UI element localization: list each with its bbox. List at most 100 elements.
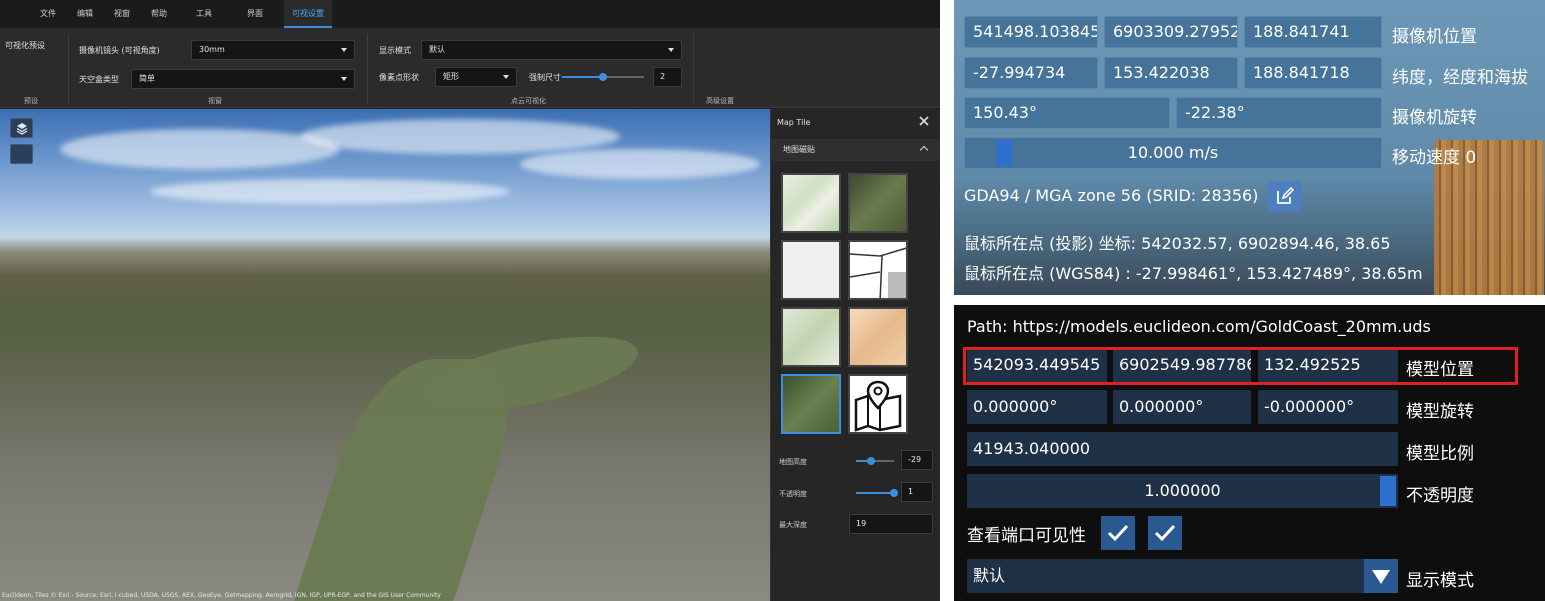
map-tile-section[interactable]: 地图磁贴	[771, 139, 940, 161]
camera-position-z[interactable]: 188.841741	[1244, 16, 1382, 48]
viewport-visibility-label: 查看端口可见性	[967, 526, 1086, 546]
cloud	[300, 119, 620, 154]
latlon-label: 纬度，经度和海拔	[1392, 68, 1528, 88]
advanced-group-label[interactable]: 高级设置	[706, 96, 734, 106]
cloud	[150, 179, 510, 204]
slider-thumb[interactable]	[890, 489, 898, 497]
srid-text: GDA94 / MGA zone 56 (SRID: 28356)	[964, 186, 1259, 205]
tile-light-gray[interactable]	[781, 240, 841, 300]
3d-viewport[interactable]: Euclideon, Tiles © Esri - Source: Esri, …	[0, 109, 770, 601]
slider-thumb[interactable]	[1380, 476, 1396, 506]
checkmark-icon	[1154, 524, 1176, 542]
chevron-down-icon	[503, 75, 509, 79]
blank-tool-button[interactable]	[10, 144, 33, 164]
model-opacity-label: 不透明度	[1406, 486, 1474, 506]
tile-terrain[interactable]	[848, 307, 908, 367]
pointcloud-group-label: 点云可视化	[511, 97, 546, 105]
slider-thumb[interactable]	[867, 457, 876, 465]
chevron-down-icon	[341, 77, 347, 81]
camera-position-x[interactable]: 541498.103845	[964, 16, 1098, 48]
visibility-checkbox-2[interactable]	[1148, 516, 1182, 550]
tile-satellite[interactable]	[848, 173, 908, 233]
tile-topo[interactable]	[781, 307, 841, 367]
layers-button[interactable]	[10, 118, 33, 138]
tab-visual-settings[interactable]: 可视设置	[284, 0, 332, 28]
point-size-input[interactable]: 2	[653, 67, 682, 87]
map-attribution: Euclideon, Tiles © Esri - Source: Esri, …	[2, 592, 441, 599]
model-scale-input[interactable]: 41943.040000	[967, 432, 1398, 466]
camera-position-y[interactable]: 6903309.27952	[1104, 16, 1238, 48]
camera-rotation-y[interactable]: -22.38°	[1176, 97, 1382, 129]
max-depth-input[interactable]: 19	[849, 514, 933, 534]
triangle-down-icon	[1372, 570, 1390, 584]
camera-longitude[interactable]: 153.422038	[1104, 57, 1238, 89]
tab-tools[interactable]: 工具	[196, 0, 212, 28]
tile-custom-map[interactable]	[848, 374, 908, 434]
camera-altitude[interactable]: 188.841718	[1244, 57, 1382, 89]
close-icon[interactable]	[918, 115, 930, 127]
camera-latitude[interactable]: -27.994734	[964, 57, 1098, 89]
point-size-slider[interactable]	[562, 73, 644, 81]
divider	[68, 34, 69, 104]
menu-file[interactable]: 文件	[40, 0, 56, 28]
display-mode-value: 默认	[429, 45, 445, 54]
visibility-checkbox-1[interactable]	[1101, 516, 1135, 550]
tab-interface[interactable]: 界面	[247, 0, 263, 28]
menu-edit[interactable]: 编辑	[77, 0, 93, 28]
tile-satellite-selected[interactable]	[781, 374, 841, 434]
map-height-slider[interactable]	[856, 457, 894, 465]
move-speed-slider[interactable]: 10.000 m/s	[964, 137, 1382, 169]
chevron-down-icon	[341, 48, 347, 52]
preset-group-label: 预设	[24, 97, 38, 105]
river	[416, 321, 644, 427]
camera-settings-panel: 541498.103845 6903309.27952 188.841741 摄…	[954, 0, 1545, 295]
edit-srid-button[interactable]	[1268, 181, 1302, 211]
display-mode-dropdown[interactable]: 默认	[421, 40, 682, 60]
model-settings-panel: Path: https://models.euclideon.com/GoldC…	[954, 305, 1545, 601]
map-height-input[interactable]: -29	[901, 450, 933, 470]
camera-position-label: 摄像机位置	[1392, 27, 1477, 47]
slider-thumb[interactable]	[996, 140, 1013, 166]
model-opacity-slider[interactable]: 1.000000	[967, 474, 1398, 508]
highlight-box	[963, 347, 1518, 385]
divider	[367, 34, 368, 104]
camera-lens-dropdown[interactable]: 30mm	[191, 40, 355, 60]
model-rotation-z[interactable]: -0.000000°	[1258, 390, 1398, 424]
edit-icon	[1277, 186, 1295, 204]
display-mode-label: 显示模式	[379, 46, 411, 55]
tile-osm-lines[interactable]	[848, 240, 908, 300]
menu-window[interactable]: 视窗	[114, 0, 130, 28]
mouse-projected-coords: 鼠标所在点 (投影) 坐标: 542032.57, 6902894.46, 38…	[964, 234, 1391, 253]
model-opacity-value: 1.000000	[1144, 481, 1221, 500]
divider	[693, 34, 694, 104]
skybox-dropdown[interactable]: 简单	[131, 69, 355, 89]
menu-help[interactable]: 帮助	[151, 0, 167, 28]
preset-label[interactable]: 可视化预设	[5, 40, 45, 51]
model-scale-label: 模型比例	[1406, 444, 1474, 464]
model-rotation-x[interactable]: 0.000000°	[967, 390, 1107, 424]
camera-lens-label: 摄像机镜头 (可视角度)	[79, 46, 160, 55]
camera-rotation-x[interactable]: 150.43°	[964, 97, 1170, 129]
point-shape-dropdown[interactable]: 矩形	[435, 67, 517, 87]
model-display-mode-label: 显示模式	[1406, 571, 1474, 591]
tile-street-map[interactable]	[781, 173, 841, 233]
slider-thumb[interactable]	[599, 73, 607, 81]
cloud	[520, 149, 760, 179]
map-tile-title: Map Tile	[777, 118, 811, 127]
viewport-group-label: 视窗	[208, 97, 222, 105]
map-tile-panel: Map Tile 地图磁贴 地图高度 -29 不透明度 1 最大深度 19	[770, 109, 940, 601]
point-shape-value: 矩形	[443, 72, 459, 81]
map-pin-icon	[854, 380, 902, 432]
chevron-down-icon	[668, 48, 674, 52]
map-opacity-input[interactable]: 1	[901, 482, 933, 502]
model-rotation-y[interactable]: 0.000000°	[1113, 390, 1251, 424]
app-window: 文件 编辑 视窗 帮助 工具 界面 可视设置 可视化预设 预设 摄像机镜头 (可…	[0, 0, 940, 601]
road-lines-icon	[850, 247, 906, 298]
model-rotation-label: 模型旋转	[1406, 402, 1474, 422]
dropdown-button[interactable]	[1364, 559, 1398, 593]
mouse-wgs84-coords: 鼠标所在点 (WGS84) : -27.998461°, 153.427489°…	[964, 264, 1423, 283]
cloud	[60, 129, 340, 169]
model-display-mode-dropdown[interactable]: 默认	[967, 559, 1398, 593]
menu-bar: 文件 编辑 视窗 帮助 工具 界面 可视设置	[0, 0, 940, 28]
map-opacity-slider[interactable]	[856, 489, 898, 497]
